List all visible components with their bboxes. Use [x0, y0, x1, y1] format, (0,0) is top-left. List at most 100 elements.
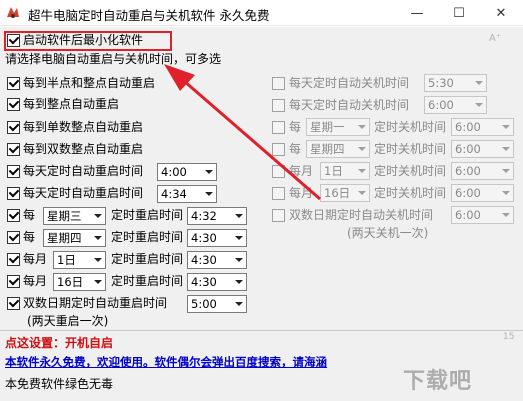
shutdown-option-label: 定时关机时间: [374, 120, 447, 134]
close-button[interactable]: ✕: [480, 0, 522, 26]
restart-option-prefix: 每月: [23, 274, 48, 288]
restart-option-label[interactable]: 双数日期定时自动重启时间: [23, 296, 167, 310]
shutdown-weekly-1-day-select[interactable]: 星期一: [306, 118, 370, 136]
restart-monthly-2-checkbox[interactable]: [7, 275, 20, 288]
shutdown-daily-1-checkbox[interactable]: [272, 77, 285, 90]
restart-weekly-1-day-select[interactable]: 星期三: [43, 207, 106, 225]
font-size-icon[interactable]: A⁺: [489, 33, 501, 44]
shutdown-option-label: 定时关机时间: [374, 164, 447, 178]
shutdown-even-date-checkbox[interactable]: [272, 209, 285, 222]
shutdown-daily-2-time-select[interactable]: 6:00: [424, 96, 487, 114]
watermark-logo: 下载吧: [403, 369, 473, 394]
shutdown-note: (两天关机一次): [347, 226, 429, 240]
chevron-down-icon: [498, 185, 513, 201]
restart-option-label[interactable]: 每到整点自动重启: [23, 97, 119, 111]
window-title: 超牛电脑定时自动重启与关机软件 永久免费: [28, 8, 270, 23]
settings-autostart-link[interactable]: 点这设置：开机自启: [5, 336, 113, 350]
minimize-button[interactable]: —: [396, 0, 438, 26]
shutdown-weekly-2-day-select[interactable]: 星期四: [306, 140, 370, 158]
restart-option-prefix: 每月: [23, 252, 48, 266]
chevron-down-icon: [231, 274, 246, 290]
chevron-down-icon: [471, 97, 486, 113]
restart-monthly-1-day-select[interactable]: 1日: [53, 251, 106, 269]
shutdown-daily-2-checkbox[interactable]: [272, 99, 285, 112]
shutdown-option-label: 定时关机时间: [374, 142, 447, 156]
shutdown-monthly-1-day-select[interactable]: 1日: [320, 162, 370, 180]
chevron-down-icon: [201, 164, 216, 180]
shutdown-daily-1-time-select[interactable]: 5:30: [424, 74, 487, 92]
restart-even-hour-checkbox[interactable]: [7, 143, 20, 156]
green-software-text: 本免费软件绿色无毒: [5, 377, 114, 391]
restart-odd-hour-checkbox[interactable]: [7, 121, 20, 134]
restart-note: (两天重启一次): [27, 314, 109, 328]
highlight-box: [4, 31, 172, 51]
title-bar: 超牛电脑定时自动重启与关机软件 永久免费 — ☐ ✕: [0, 0, 523, 26]
app-icon: [7, 7, 19, 18]
shutdown-option-label: 定时关机时间: [374, 186, 447, 200]
shutdown-monthly-1-checkbox[interactable]: [272, 165, 285, 178]
shutdown-monthly-2-time-select[interactable]: 6:00: [451, 184, 514, 202]
chevron-down-icon: [471, 75, 486, 91]
restart-option-label[interactable]: 每到单数整点自动重启: [23, 120, 143, 134]
main-panel: 启动软件后最小化软件 A⁺ 请选择电脑自动重启与关机时间，可多选 每到半点和整点…: [0, 27, 523, 401]
free-notice-link[interactable]: 本软件永久免费，欢迎使用。软件偶尔会弹出百度搜索，请海涵: [5, 355, 327, 369]
shutdown-monthly-2-day-select[interactable]: 16日: [320, 184, 370, 202]
shutdown-even-date-time-select[interactable]: 6:00: [451, 206, 514, 224]
chevron-down-icon: [90, 274, 105, 290]
chevron-down-icon: [231, 296, 246, 312]
restart-option-label[interactable]: 每到双数整点自动重启: [23, 142, 143, 156]
restart-option-prefix: 每: [23, 208, 36, 222]
shutdown-weekly-2-checkbox[interactable]: [272, 143, 285, 156]
chevron-down-icon: [354, 119, 369, 135]
restart-even-date-time-select[interactable]: 5:00: [187, 295, 247, 313]
restart-monthly-2-time-select[interactable]: 4:30: [187, 273, 247, 291]
shutdown-monthly-1-time-select[interactable]: 6:00: [451, 162, 514, 180]
restart-option-label[interactable]: 每天定时自动重启时间: [23, 164, 143, 178]
restart-daily-2-time-select[interactable]: 4:34: [157, 185, 217, 203]
restart-halfhour-checkbox[interactable]: [7, 77, 20, 90]
shutdown-option-prefix: 每月: [289, 186, 314, 200]
shutdown-monthly-2-checkbox[interactable]: [272, 187, 285, 200]
restart-daily-1-checkbox[interactable]: [7, 165, 20, 178]
restart-monthly-2-day-select[interactable]: 16日: [53, 273, 106, 291]
restart-option-label: 定时重启时间: [111, 208, 184, 222]
shutdown-option-prefix: 每: [289, 142, 302, 156]
maximize-button[interactable]: ☐: [438, 0, 480, 26]
chevron-down-icon: [231, 252, 246, 268]
restart-hourly-checkbox[interactable]: [7, 98, 20, 111]
chevron-down-icon: [90, 208, 105, 224]
restart-weekly-2-checkbox[interactable]: [7, 231, 20, 244]
restart-option-label: 定时重启时间: [111, 230, 184, 244]
restart-weekly-1-time-select[interactable]: 4:32: [187, 207, 247, 225]
shutdown-option-label[interactable]: 双数日期定时自动关机时间: [289, 208, 433, 222]
shutdown-option-label[interactable]: 每天定时自动关机时间: [289, 76, 409, 90]
shutdown-weekly-1-time-select[interactable]: 6:00: [451, 118, 514, 136]
shutdown-weekly-1-checkbox[interactable]: [272, 121, 285, 134]
restart-monthly-1-time-select[interactable]: 4:30: [187, 251, 247, 269]
restart-option-prefix: 每: [23, 230, 36, 244]
restart-weekly-2-day-select[interactable]: 星期四: [43, 229, 106, 247]
restart-even-date-checkbox[interactable]: [7, 297, 20, 310]
chevron-down-icon: [231, 230, 246, 246]
shutdown-option-label[interactable]: 每天定时自动关机时间: [289, 98, 409, 112]
chevron-down-icon: [354, 141, 369, 157]
restart-option-label: 定时重启时间: [111, 274, 184, 288]
shutdown-weekly-2-time-select[interactable]: 6:00: [451, 140, 514, 158]
version-label: 15: [503, 332, 515, 342]
chevron-down-icon: [90, 230, 105, 246]
restart-option-label[interactable]: 每到半点和整点自动重启: [23, 76, 155, 90]
shutdown-option-prefix: 每: [289, 120, 302, 134]
chevron-down-icon: [498, 207, 513, 223]
instruction-text: 请选择电脑自动重启与关机时间，可多选: [5, 52, 222, 66]
restart-daily-2-checkbox[interactable]: [7, 187, 20, 200]
chevron-down-icon: [354, 163, 369, 179]
restart-weekly-2-time-select[interactable]: 4:30: [187, 229, 247, 247]
restart-weekly-1-checkbox[interactable]: [7, 209, 20, 222]
restart-monthly-1-checkbox[interactable]: [7, 253, 20, 266]
chevron-down-icon: [354, 185, 369, 201]
shutdown-option-prefix: 每月: [289, 164, 314, 178]
chevron-down-icon: [498, 141, 513, 157]
chevron-down-icon: [90, 252, 105, 268]
restart-option-label[interactable]: 每天定时自动重启时间: [23, 186, 143, 200]
restart-daily-1-time-select[interactable]: 4:00: [157, 163, 217, 181]
